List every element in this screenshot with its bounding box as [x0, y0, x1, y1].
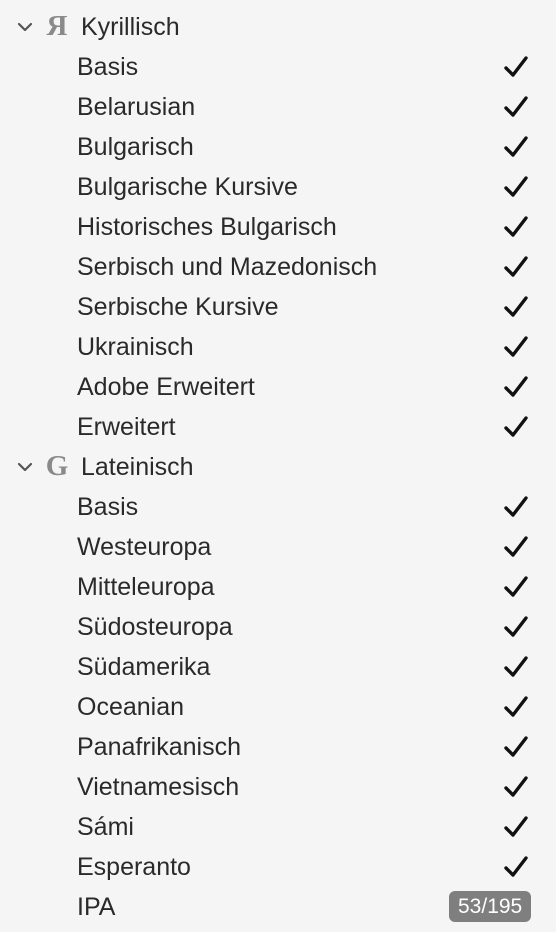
- checkmark-icon: [504, 576, 528, 597]
- checkmark-icon: [504, 776, 528, 797]
- item-label: Erweitert: [77, 413, 176, 441]
- list-item[interactable]: Südosteuropa: [0, 606, 556, 646]
- item-label: Südamerika: [77, 653, 211, 681]
- cyrillic-script-icon: Я: [46, 10, 68, 42]
- group-label: Kyrillisch: [81, 13, 180, 41]
- item-label: Esperanto: [77, 853, 191, 881]
- item-label: Mitteleuropa: [77, 573, 215, 601]
- list-item[interactable]: Panafrikanisch: [0, 726, 556, 766]
- item-label: Historisches Bulgarisch: [77, 213, 337, 241]
- list-item[interactable]: Basis: [0, 486, 556, 526]
- item-label: Panafrikanisch: [77, 733, 241, 761]
- list-item[interactable]: Ukrainisch: [0, 326, 556, 366]
- list-item[interactable]: Oceanian: [0, 686, 556, 726]
- group-row-lateinisch[interactable]: G Lateinisch: [0, 446, 556, 486]
- latin-script-icon: G: [45, 450, 69, 482]
- checkmark-icon: [504, 616, 528, 637]
- list-item[interactable]: Bulgarisch: [0, 126, 556, 166]
- list-item[interactable]: Sámi: [0, 806, 556, 846]
- list-item[interactable]: Südamerika: [0, 646, 556, 686]
- item-label: Serbisch und Mazedonisch: [77, 253, 378, 281]
- checkmark-icon: [504, 216, 528, 237]
- list-item[interactable]: Mitteleuropa: [0, 566, 556, 606]
- list-item[interactable]: Vietnamesisch: [0, 766, 556, 806]
- item-label: Adobe Erweitert: [77, 373, 255, 401]
- list-item[interactable]: Serbische Kursive: [0, 286, 556, 326]
- list-item[interactable]: Basis: [0, 46, 556, 86]
- group-row-kyrillisch[interactable]: Я Kyrillisch: [0, 6, 556, 46]
- checkmark-icon: [504, 256, 528, 277]
- checkmark-icon: [504, 536, 528, 557]
- checkmark-icon: [504, 696, 528, 717]
- item-label: Sámi: [77, 813, 134, 841]
- list-item[interactable]: Belarusian: [0, 86, 556, 126]
- list-item[interactable]: Westeuropa: [0, 526, 556, 566]
- item-label: Basis: [77, 53, 139, 81]
- checkmark-icon: [504, 96, 528, 117]
- item-label: Ukrainisch: [77, 333, 194, 361]
- list-item[interactable]: Bulgarische Kursive: [0, 166, 556, 206]
- checkmark-icon: [504, 56, 528, 77]
- checkmark-icon: [504, 656, 528, 677]
- list-item[interactable]: Esperanto: [0, 846, 556, 886]
- list-item[interactable]: Erweitert: [0, 406, 556, 446]
- list-item[interactable]: Adobe Erweitert: [0, 366, 556, 406]
- checkmark-icon: [504, 376, 528, 397]
- checkmark-icon: [504, 176, 528, 197]
- checkmark-icon: [504, 296, 528, 317]
- item-label: Südosteuropa: [77, 613, 233, 641]
- checkmark-icon: [504, 336, 528, 357]
- checkmark-icon: [504, 136, 528, 157]
- item-label: IPA: [77, 893, 116, 921]
- checkmark-icon: [504, 416, 528, 437]
- item-label: Bulgarisch: [77, 133, 194, 161]
- coverage-count-badge: 53/195: [449, 891, 532, 922]
- item-label: Basis: [77, 493, 139, 521]
- group-label: Lateinisch: [81, 453, 194, 481]
- script-coverage-tree: Я Kyrillisch Basis Belarusian Bulgarisch…: [0, 6, 556, 926]
- list-item[interactable]: IPA 53/195: [0, 886, 556, 926]
- chevron-down-icon[interactable]: [16, 18, 34, 36]
- item-label: Bulgarische Kursive: [77, 173, 298, 201]
- checkmark-icon: [504, 816, 528, 837]
- item-label: Serbische Kursive: [77, 293, 279, 321]
- item-label: Vietnamesisch: [77, 773, 240, 801]
- checkmark-icon: [504, 856, 528, 877]
- item-label: Belarusian: [77, 93, 196, 121]
- chevron-down-icon[interactable]: [16, 458, 34, 476]
- checkmark-icon: [504, 736, 528, 757]
- checkmark-icon: [504, 496, 528, 517]
- list-item[interactable]: Serbisch und Mazedonisch: [0, 246, 556, 286]
- item-label: Oceanian: [77, 693, 185, 721]
- item-label: Westeuropa: [77, 533, 212, 561]
- list-item[interactable]: Historisches Bulgarisch: [0, 206, 556, 246]
